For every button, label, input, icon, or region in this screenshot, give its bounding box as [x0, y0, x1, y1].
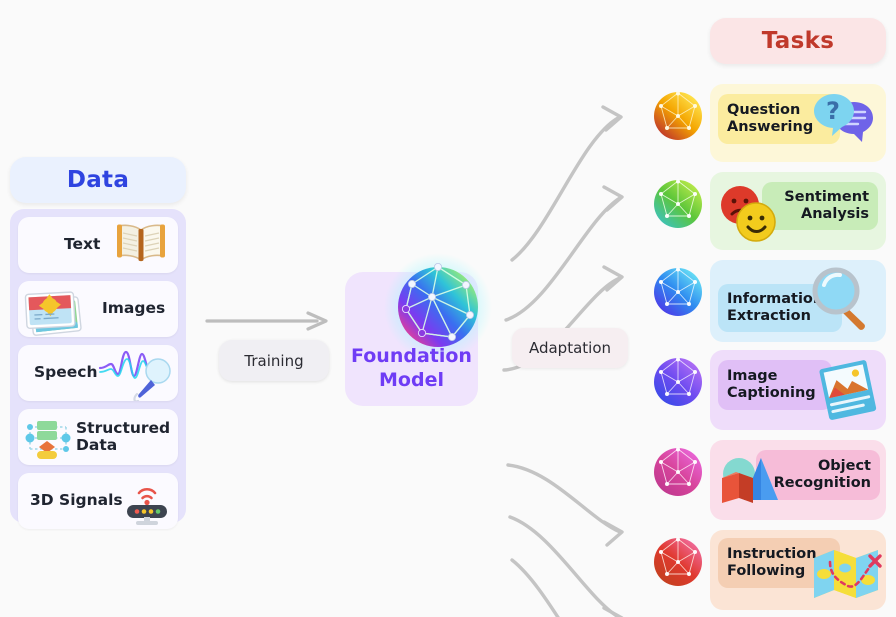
- lidar-sensor-icon: [118, 477, 176, 527]
- tasks-header: Tasks: [710, 18, 886, 64]
- diagram-canvas: Data Text Images Speech Structured Data …: [0, 0, 896, 617]
- task-sphere-question-answering: [652, 90, 704, 142]
- task-card-question-answering[interactable]: Question Answering ?: [710, 84, 886, 162]
- task-card-object-recognition[interactable]: Object Recognition: [710, 440, 886, 520]
- task-label: Question Answering: [727, 102, 814, 135]
- task-sphere-information-extraction: [652, 266, 704, 318]
- data-item-label: Text: [64, 235, 101, 254]
- microphone-wave-icon: [96, 345, 178, 401]
- training-label: Training: [219, 340, 329, 381]
- open-book-icon: [110, 217, 172, 273]
- task-card-instruction-following[interactable]: Instruction Following: [710, 530, 886, 610]
- adaptation-label: Adaptation: [512, 328, 628, 368]
- svg-text:?: ?: [826, 97, 840, 125]
- task-sphere-sentiment-analysis: [652, 178, 704, 230]
- folded-map-route-icon: [808, 542, 886, 604]
- data-item-structured-data[interactable]: Structured Data: [18, 409, 178, 465]
- data-item-speech[interactable]: Speech: [18, 345, 178, 401]
- data-item-label: Structured Data: [76, 418, 171, 454]
- photos-stack-icon: [18, 283, 98, 337]
- foundation-model-label: Foundation Model: [351, 345, 472, 391]
- speech-bubbles-question-icon: ?: [810, 88, 886, 154]
- task-card-sentiment-analysis[interactable]: Sentiment Analysis: [710, 172, 886, 250]
- training-arrow-icon: [205, 310, 335, 332]
- task-label: Image Captioning: [727, 368, 816, 401]
- magnifying-glass-icon: [808, 264, 880, 336]
- data-item-3d-signals[interactable]: 3D Signals: [18, 473, 178, 529]
- picture-caption-icon: [812, 358, 884, 424]
- data-item-label: Images: [102, 299, 166, 318]
- data-item-text[interactable]: Text: [18, 217, 178, 273]
- data-item-label: Speech: [34, 363, 98, 382]
- task-card-information-extraction[interactable]: Information Extraction: [710, 260, 886, 342]
- flowchart-nodes-icon: [22, 415, 74, 461]
- task-card-image-captioning[interactable]: Image Captioning: [710, 350, 886, 430]
- emoji-faces-icon: [714, 180, 786, 246]
- task-label: Instruction Following: [727, 546, 817, 579]
- task-sphere-image-captioning: [652, 356, 704, 408]
- data-panel: Text Images Speech Structured Data 3D Si…: [10, 209, 186, 529]
- task-sphere-object-recognition: [652, 446, 704, 498]
- task-sphere-instruction-following: [652, 536, 704, 588]
- data-header: Data: [10, 157, 186, 203]
- data-item-label: 3D Signals: [30, 491, 123, 510]
- data-item-images[interactable]: Images: [18, 281, 178, 337]
- 3d-shapes-icon: [712, 448, 788, 514]
